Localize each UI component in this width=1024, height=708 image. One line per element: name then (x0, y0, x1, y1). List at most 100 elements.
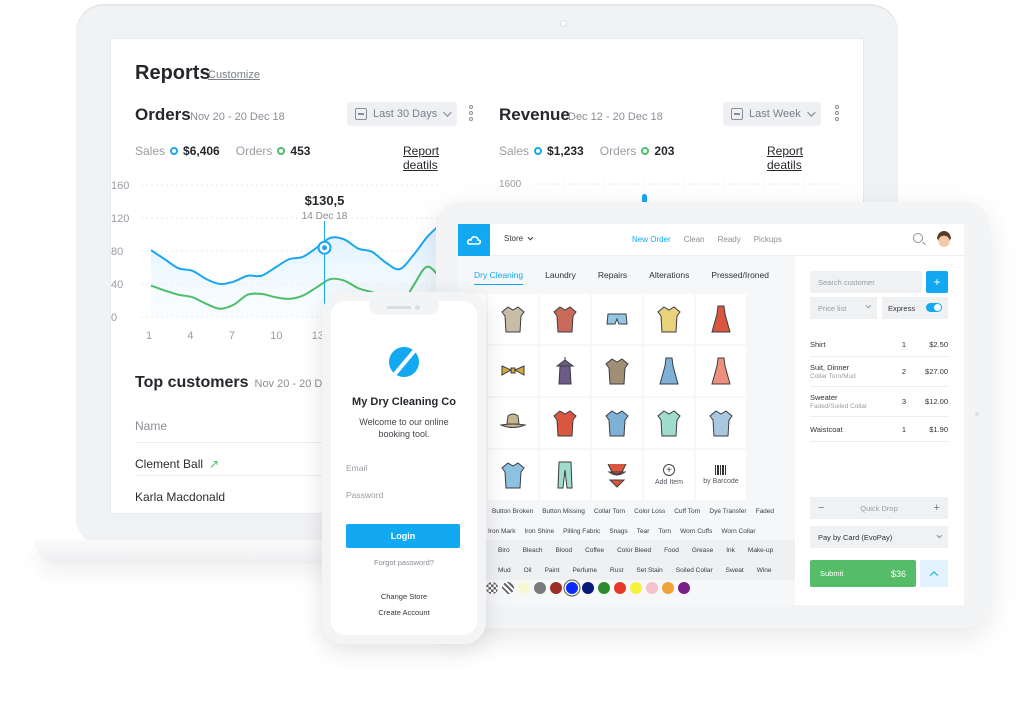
color-swatch[interactable] (646, 582, 658, 594)
garment-tile[interactable] (696, 398, 746, 448)
tag-chip[interactable]: Color Bleed (617, 547, 651, 554)
add-item-button[interactable]: + Add Item (644, 450, 694, 500)
color-swatch[interactable] (662, 582, 674, 594)
tab-repairs[interactable]: Repairs (598, 270, 627, 285)
orders-period-select[interactable]: Last 30 Days (347, 102, 458, 126)
revenue-more-icon[interactable] (834, 105, 840, 121)
tag-chip[interactable]: Tear (637, 528, 650, 535)
tag-chip[interactable]: Coffee (585, 547, 604, 554)
garment-tile[interactable] (488, 450, 538, 500)
pattern-checker-swatch[interactable] (486, 582, 498, 594)
tag-chip[interactable]: Cuff Torn (674, 508, 700, 515)
order-item-row[interactable]: Sweater Faded/Soiled Collar 3 $12.00 (810, 387, 948, 417)
tag-chip[interactable]: Mud (498, 567, 511, 574)
garment-tile[interactable] (488, 294, 538, 344)
tag-chip[interactable]: Paint (545, 567, 560, 574)
order-item-row[interactable]: Waistcoat 1 $1.90 (810, 417, 948, 442)
orders-report-details-link[interactable]: Report deatils (403, 144, 477, 172)
tag-chip[interactable]: Faded (756, 508, 774, 515)
tab-laundry[interactable]: Laundry (545, 270, 576, 285)
nav-new-order[interactable]: New Order (632, 235, 671, 244)
nav-pickups[interactable]: Pickups (754, 235, 782, 244)
garment-tile[interactable] (696, 346, 746, 396)
color-swatch[interactable] (534, 582, 546, 594)
app-logo[interactable] (458, 224, 490, 256)
pattern-stripe-swatch[interactable] (502, 582, 514, 594)
tag-chip[interactable]: Food (664, 547, 679, 554)
forgot-password-link[interactable]: Forgot password? (331, 558, 477, 567)
submit-button[interactable]: Submit $36 (810, 560, 916, 587)
tag-chip[interactable]: Perfume (572, 567, 597, 574)
customize-link[interactable]: Customize (208, 69, 260, 81)
tag-chip[interactable]: Worn Collar (721, 528, 755, 535)
garment-tile[interactable] (488, 398, 538, 448)
price-list-select[interactable]: Price list (810, 297, 877, 319)
garment-tile[interactable] (592, 346, 642, 396)
color-swatch[interactable] (518, 582, 530, 594)
tag-chip[interactable]: Wine (757, 567, 772, 574)
garment-tile[interactable] (644, 294, 694, 344)
garment-tile[interactable] (592, 398, 642, 448)
tag-chip[interactable]: Pilling Fabric (563, 528, 600, 535)
color-swatch[interactable] (630, 582, 642, 594)
password-field[interactable]: Password (346, 490, 460, 500)
revenue-report-details-link[interactable]: Report deatils (767, 144, 841, 172)
tab-dry-cleaning[interactable]: Dry Cleaning (474, 270, 524, 285)
store-select[interactable]: Store (504, 234, 534, 243)
tag-chip[interactable]: Blood (555, 547, 572, 554)
minus-icon[interactable]: − (818, 502, 824, 514)
tag-chip[interactable]: Iron Shine (524, 528, 554, 535)
tag-chip[interactable]: Iron Mark (488, 528, 515, 535)
tag-chip[interactable]: Button Missing (542, 508, 585, 515)
tab-alterations[interactable]: Alterations (649, 270, 689, 285)
tag-chip[interactable]: Biro (498, 547, 510, 554)
color-swatch[interactable] (598, 582, 610, 594)
tag-chip[interactable]: Dye Transfer (709, 508, 746, 515)
tag-chip[interactable]: Snags (609, 528, 627, 535)
garment-tile[interactable] (592, 450, 642, 500)
tag-chip[interactable]: Collar Torn (594, 508, 625, 515)
tag-chip[interactable]: Color Loss (634, 508, 665, 515)
change-store-link[interactable]: Change Store (331, 592, 477, 601)
login-button[interactable]: Login (346, 524, 460, 548)
add-customer-button[interactable]: + (926, 271, 948, 293)
tag-chip[interactable]: Grease (692, 547, 713, 554)
garment-tile[interactable] (540, 450, 590, 500)
tab-pressed-ironed[interactable]: Pressed/Ironed (711, 270, 769, 285)
order-item-row[interactable]: Suit, Dinner Collar Torn/Mud 2 $27.00 (810, 357, 948, 387)
garment-tile[interactable] (644, 346, 694, 396)
garment-tile[interactable] (540, 294, 590, 344)
expand-button[interactable] (920, 560, 948, 587)
tag-chip[interactable]: Set Stain (636, 567, 662, 574)
nav-clean[interactable]: Clean (684, 235, 705, 244)
order-item-row[interactable]: Shirt 1 $2.50 (810, 332, 948, 357)
color-swatch[interactable] (566, 582, 578, 594)
revenue-period-select[interactable]: Last Week (723, 102, 821, 126)
barcode-button[interactable]: by Barcode (696, 450, 746, 500)
color-swatch[interactable] (614, 582, 626, 594)
payment-method-select[interactable]: Pay by Card (EvoPay) (810, 526, 948, 548)
garment-tile[interactable] (540, 398, 590, 448)
tag-chip[interactable]: Worn Cuffs (680, 528, 712, 535)
color-swatch[interactable] (582, 582, 594, 594)
customer-search-input[interactable]: Search customer (810, 271, 922, 293)
tag-chip[interactable]: Torn (658, 528, 671, 535)
orders-more-icon[interactable] (468, 105, 474, 121)
garment-tile[interactable] (540, 346, 590, 396)
tag-chip[interactable]: Oil (524, 567, 532, 574)
garment-tile[interactable] (696, 294, 746, 344)
tag-chip[interactable]: Sweat (726, 567, 744, 574)
search-icon[interactable] (913, 233, 923, 243)
email-field[interactable]: Email (346, 463, 460, 473)
plus-icon[interactable]: + (934, 502, 940, 514)
avatar[interactable] (937, 231, 951, 247)
tag-chip[interactable]: Make-up (748, 547, 773, 554)
color-swatch[interactable] (550, 582, 562, 594)
garment-tile[interactable] (488, 346, 538, 396)
tag-chip[interactable]: Button Broken (492, 508, 533, 515)
express-toggle[interactable] (926, 303, 942, 312)
garment-tile[interactable] (592, 294, 642, 344)
tag-chip[interactable]: Soiled Collar (676, 567, 713, 574)
color-swatch[interactable] (678, 582, 690, 594)
tag-chip[interactable]: Ink (726, 547, 735, 554)
